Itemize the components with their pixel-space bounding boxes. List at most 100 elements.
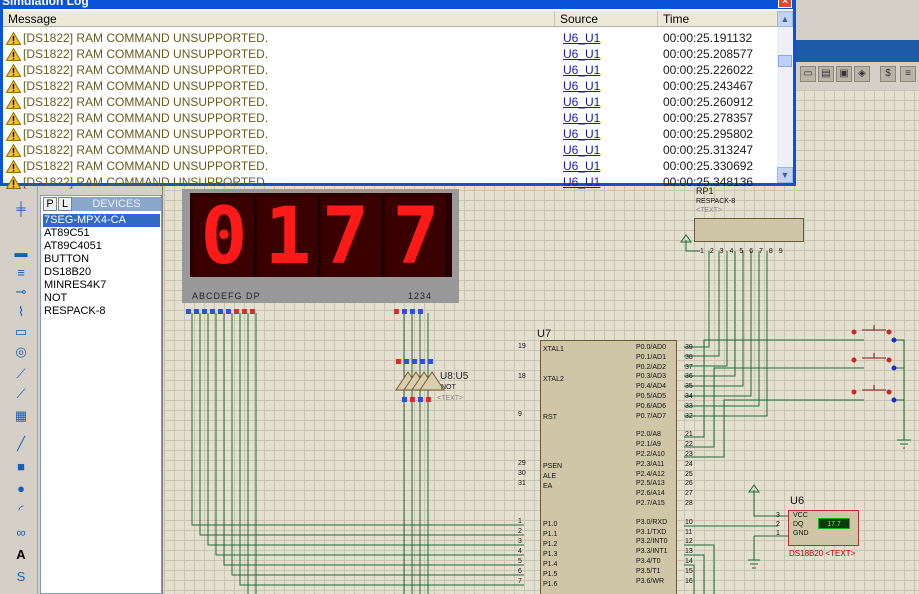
circle-tool-icon[interactable]: ● <box>12 479 30 497</box>
log-scrollbar[interactable]: ▲ ▼ <box>777 11 793 183</box>
log-row[interactable]: [DS1822] RAM COMMAND UNSUPPORTED. U6_U1 00… <box>3 78 777 94</box>
respack-part: RESPACK-8 <box>696 198 736 205</box>
log-source-link[interactable]: U6_U1 <box>563 126 600 142</box>
text-tool-icon[interactable]: A <box>12 545 30 563</box>
device-item[interactable]: RESPACK-8 <box>43 305 160 318</box>
sensor-reading: 17.7 <box>818 518 850 529</box>
virtual-instrument-icon[interactable]: ▦ <box>12 407 30 425</box>
path-tool-icon[interactable]: ∞ <box>12 523 30 541</box>
log-source-link[interactable]: U6_U1 <box>563 94 600 110</box>
device-item[interactable]: AT89C4051 <box>43 240 160 253</box>
log-source-link[interactable]: U6_U1 <box>563 158 600 174</box>
mcu-pin-number: 19 <box>518 343 526 350</box>
log-row[interactable]: [DS1822] RAM COMMAND UNSUPPORTED. U6_U1 00… <box>3 46 777 62</box>
terminal-tool-icon[interactable]: ⊸ <box>12 283 30 301</box>
log-source-link[interactable]: U6_U1 <box>563 142 600 158</box>
mcu-pin-number: 30 <box>518 470 526 477</box>
device-item[interactable]: MINRES4K7 <box>43 279 160 292</box>
column-message[interactable]: Message <box>3 11 555 27</box>
tape-tool-icon[interactable]: ▭ <box>12 323 30 341</box>
block-icon[interactable]: ▣ <box>836 66 852 82</box>
device-item[interactable]: AT89C51 <box>43 227 160 240</box>
component-icon[interactable]: ▭ <box>800 66 816 82</box>
close-button[interactable]: × <box>778 0 792 8</box>
document-icon[interactable]: ▤ <box>818 66 834 82</box>
log-row[interactable]: [DS1822] RAM COMMAND UNSUPPORTED. U6_U1 00… <box>3 94 777 110</box>
devices-header: DEVICES <box>72 197 161 211</box>
digit-pin-label: 1234 <box>408 291 433 301</box>
log-row[interactable]: [DS1822] RAM COMMAND UNSUPPORTED. U6_U1 00… <box>3 174 777 190</box>
scroll-thumb[interactable] <box>778 55 792 67</box>
mcu-pin-label: P3.1/TXD <box>636 528 667 536</box>
warning-icon <box>6 48 21 61</box>
mcu-pin-label: P0.0/AD0 <box>636 344 666 351</box>
log-row[interactable]: [DS1822] RAM COMMAND UNSUPPORTED. U6_U1 00… <box>3 142 777 158</box>
log-row[interactable]: [DS1822] RAM COMMAND UNSUPPORTED. U6_U1 00… <box>3 158 777 174</box>
mcu-pin-label: P0.6/AD6 <box>636 402 666 410</box>
sensor-pin-label: VCC <box>793 512 808 519</box>
column-time[interactable]: Time <box>658 11 777 27</box>
scroll-up-button[interactable]: ▲ <box>777 11 793 27</box>
device-item[interactable]: 7SEG-MPX4-CA <box>43 214 160 227</box>
mcu-pin-number: 28 <box>685 500 693 507</box>
tag-icon[interactable]: ◈ <box>854 66 870 82</box>
log-source-link[interactable]: U6_U1 <box>563 78 600 94</box>
device-item[interactable]: BUTTON <box>43 253 160 266</box>
log-row[interactable]: [DS1822] RAM COMMAND UNSUPPORTED. U6_U1 00… <box>3 30 777 46</box>
log-row[interactable]: [DS1822] RAM COMMAND UNSUPPORTED. U6_U1 00… <box>3 126 777 142</box>
sensor-pin-number: 2 <box>776 521 780 528</box>
scroll-down-button[interactable]: ▼ <box>777 167 793 183</box>
pick-devices-button[interactable]: P <box>43 197 57 211</box>
current-probe-icon[interactable]: ⟋ <box>12 385 30 403</box>
mcu-pin-number: 15 <box>685 567 693 575</box>
line-tool-icon[interactable]: ╱ <box>12 435 30 453</box>
mcu-pin-number: 7 <box>518 578 522 585</box>
wire-label-tool-icon[interactable]: ▬ <box>12 243 30 261</box>
log-source-link[interactable]: U6_U1 <box>563 30 600 46</box>
warning-icon <box>6 96 21 109</box>
respack-body[interactable] <box>694 218 804 242</box>
column-source[interactable]: Source <box>555 11 658 27</box>
mcu-pin-label: P2.2/A10 <box>636 451 665 458</box>
log-source-link[interactable]: U6_U1 <box>563 46 600 62</box>
library-manager-button[interactable]: L <box>58 197 72 211</box>
box-tool-icon[interactable]: ■ <box>12 457 30 475</box>
mcu-pin-number: 9 <box>518 411 522 418</box>
bill-of-materials-icon[interactable]: $ <box>880 66 896 82</box>
sensor-pin-label: DQ <box>793 521 804 528</box>
mcu-pin-label: P2.4/A12 <box>636 470 665 478</box>
mcu-pin-number: 13 <box>685 548 693 556</box>
graph-tool-icon[interactable]: ⌇ <box>12 303 30 321</box>
mcu-pin-label: P0.4/AD4 <box>636 383 666 391</box>
mcu-pin-label: P2.1/A9 <box>636 441 661 449</box>
mcu-pin-number: 31 <box>518 480 526 487</box>
mcu-pin-label: P3.0/RXD <box>636 518 668 526</box>
mcu-pin-label: P0.1/AD1 <box>636 353 666 361</box>
mcu-pin-label: PSEN <box>543 463 563 470</box>
sensor-part-name: DS18B20 <box>789 549 824 558</box>
mcu-pin-number: 18 <box>518 373 526 380</box>
mcu-pin-number: 21 <box>685 431 693 439</box>
log-row[interactable]: [DS1822] RAM COMMAND UNSUPPORTED. U6_U1 00… <box>3 110 777 126</box>
report-icon[interactable]: ≡ <box>900 66 916 82</box>
bus-tool-icon[interactable]: ≡ <box>12 263 30 281</box>
seven-segment-display[interactable]: 0 1 7. 7 <box>182 189 459 303</box>
device-item[interactable]: DS18B20 <box>43 266 160 279</box>
generator-tool-icon[interactable]: ◎ <box>12 343 30 361</box>
mcu-pin-label: P1.5 <box>543 571 558 578</box>
junction-tool-icon[interactable]: ╪ <box>12 199 30 217</box>
device-item[interactable]: NOT <box>43 292 160 305</box>
mcu-pin-number: 1 <box>518 518 522 525</box>
voltage-probe-icon[interactable]: ⟋ <box>12 365 30 383</box>
arc-tool-icon[interactable]: ◜ <box>12 501 30 519</box>
log-source-link[interactable]: U6_U1 <box>563 110 600 126</box>
mcu-pin-label: P1.1 <box>543 531 558 538</box>
mcu-pin-number: 14 <box>685 558 693 565</box>
log-source-link[interactable]: U6_U1 <box>563 174 600 190</box>
log-source-link[interactable]: U6_U1 <box>563 62 600 78</box>
symbol-tool-icon[interactable]: S <box>12 567 30 585</box>
mcu-pin-label: P2.0/A8 <box>636 431 661 439</box>
log-row[interactable]: [DS1822] RAM COMMAND UNSUPPORTED. U6_U1 00… <box>3 62 777 78</box>
mcu-pin-label: P3.2/INT0 <box>636 538 668 546</box>
mcu-pin-label: P0.3/AD3 <box>636 373 666 381</box>
